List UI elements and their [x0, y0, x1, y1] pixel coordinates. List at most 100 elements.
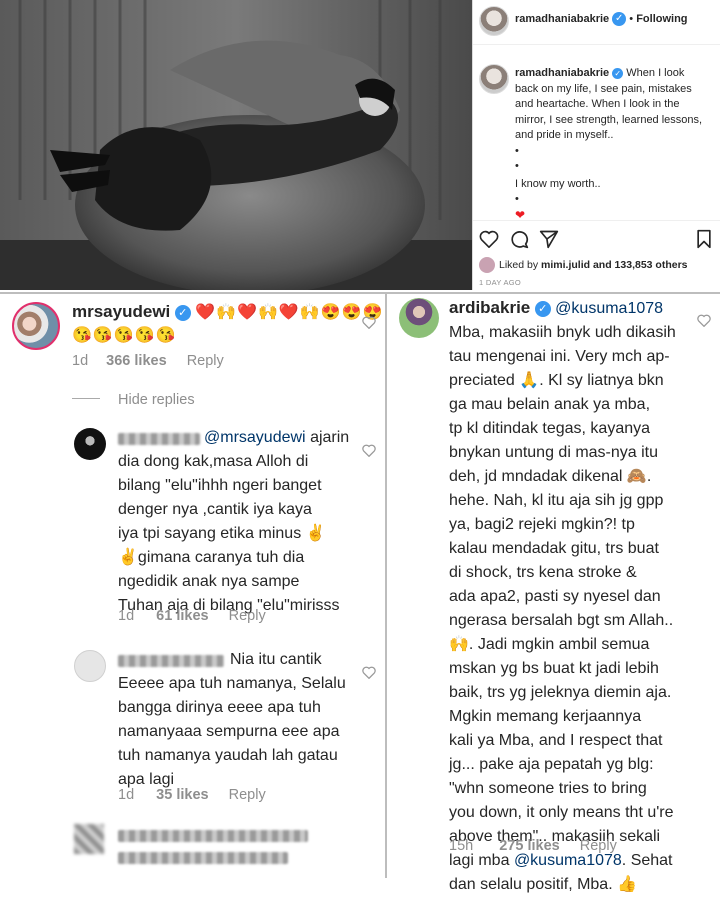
comment-age: 1d: [72, 353, 89, 369]
comment-age: 1d: [118, 787, 135, 803]
like-heart-icon[interactable]: [479, 230, 499, 248]
comment-text: bangga dirinya eeee apa tuh: [118, 699, 321, 716]
caption-line: back on my life, I see pain, mistakes: [515, 82, 692, 95]
comment-text: bnykan untung di mas-nya itu: [449, 444, 659, 461]
caption-line: When I look: [626, 67, 685, 79]
caption-author-avatar[interactable]: [479, 64, 509, 94]
comment-text: dan selalu positif, Mba. 👍: [449, 876, 638, 893]
comment-text: tp kl ditindak tegas, kayanya: [449, 420, 651, 437]
comment-like-heart-icon[interactable]: [362, 316, 376, 329]
reply-author-avatar[interactable]: [74, 650, 106, 682]
comment-likes-link[interactable]: 275 likes: [499, 838, 559, 854]
comment-text: . Sehat: [621, 852, 673, 869]
likes-count-link[interactable]: and 133,853 others: [593, 259, 688, 271]
comment-text: ga mau belain anak ya mba,: [449, 396, 651, 413]
comment-meta: 1d 61 likes Reply: [118, 604, 266, 628]
divider: [473, 220, 720, 221]
reply-button[interactable]: Reply: [187, 353, 224, 369]
caption-line: I know my worth..: [515, 177, 601, 190]
save-bookmark-icon[interactable]: [695, 229, 713, 249]
post-photo-illustration: [0, 0, 472, 290]
comment-text: mskan yg bs buat kt jadi lebih: [449, 660, 659, 677]
caption-line: and pride in myself..: [515, 129, 614, 141]
blurred-avatar: [74, 824, 104, 854]
reply-comment: Nia itu cantik Eeeee apa tuh namanya, Se…: [118, 648, 368, 792]
comment-likes-link[interactable]: 35 likes: [156, 787, 208, 803]
post-photo[interactable]: [0, 0, 472, 290]
reply-author-avatar[interactable]: [74, 428, 106, 460]
comment-text: ngerasa bersalah bgt sm Allah..: [449, 612, 674, 629]
comment-text: 😘😘😘😘😘: [72, 327, 177, 344]
post-sidebar: ramadhaniabakrie ✓ • Following ramadhani…: [472, 0, 720, 290]
comment-text: jg... pake aja pepatah yg blg:: [449, 756, 654, 773]
comment-text: ✌gimana caranya tuh dia: [118, 549, 305, 566]
comment-meta: 1d 366 likes Reply: [72, 349, 224, 373]
comment-text: ada apa2, pasti sy nyesel dan: [449, 588, 661, 605]
replies-line: [72, 398, 100, 399]
comment-age: 1d: [118, 608, 135, 624]
caption-dot: •: [515, 160, 519, 172]
comment-text: baik, trs yg jeleknya diemin aja.: [449, 684, 672, 701]
post-header: ramadhaniabakrie ✓ • Following: [515, 12, 688, 26]
comment-text: ajarin: [310, 429, 350, 446]
comment-like-heart-icon[interactable]: [362, 444, 376, 457]
likes-summary: Liked by mimi.julid and 133,853 others: [499, 259, 688, 271]
share-icon[interactable]: [539, 229, 559, 249]
mrsayudewi-avatar[interactable]: [12, 302, 60, 350]
blurred-comment-text: [118, 852, 288, 864]
comment-meta: 1d 35 likes Reply: [118, 783, 266, 807]
caption-author-username[interactable]: ramadhaniabakrie: [515, 67, 609, 79]
comment-likes-link[interactable]: 61 likes: [156, 608, 208, 624]
hide-replies-button[interactable]: Hide replies: [118, 388, 195, 412]
reply-comment: @mrsayudewi ajarin dia dong kak,masa All…: [118, 426, 368, 618]
comment-text: ngedidik anak nya sampe: [118, 573, 300, 590]
comment-text: Eeeee apa tuh namanya, Selalu: [118, 675, 346, 692]
comment-text: kali ya Mba, and I respect that: [449, 732, 663, 749]
comment-icon[interactable]: [509, 229, 529, 249]
verified-badge-icon: ✓: [612, 12, 627, 26]
comment-text: preciated 🙏. Kl sy liatnya bkn: [449, 372, 664, 389]
comment-like-heart-icon[interactable]: [362, 666, 376, 679]
comment-text: Mgkin memang kerjaannya: [449, 708, 642, 725]
blurred-comment-text: [118, 830, 308, 842]
comment-text: denger nya ,cantik iya kaya: [118, 501, 312, 518]
verified-badge-icon: ✓: [612, 67, 624, 79]
comment-text: "whn someone tries to bring: [449, 780, 647, 797]
comment-age: 15h: [449, 838, 474, 854]
following-button[interactable]: Following: [636, 13, 687, 25]
comment-text: kalau mendadak gitu, trs buat: [449, 540, 659, 557]
reply-button[interactable]: Reply: [229, 608, 266, 624]
comment-text: ya, bagi2 rejeki mgkin?! tp: [449, 516, 635, 533]
comment-text: iya tpi sayang etika minus ✌: [118, 525, 326, 542]
blurred-username: [118, 433, 200, 445]
verified-badge-icon: ✓: [534, 300, 551, 317]
liker-avatar[interactable]: [479, 257, 495, 273]
comment-body: ardibakrie ✓ @kusuma1078 Mba, makasiih b…: [449, 296, 709, 897]
instagram-post: ramadhaniabakrie ✓ • Following ramadhani…: [0, 0, 720, 294]
caption-line: mirror, I see strength, learned lessons,: [515, 113, 703, 126]
post-author-username[interactable]: ramadhaniabakrie: [515, 13, 609, 25]
caption-dot: •: [515, 144, 519, 157]
comment-like-heart-icon[interactable]: [697, 314, 711, 327]
ardibakrie-avatar[interactable]: [399, 298, 439, 338]
comment-username[interactable]: ardibakrie: [449, 298, 530, 317]
comment-text: dia dong kak,masa Alloh di: [118, 453, 309, 470]
mention-link[interactable]: @mrsayudewi: [204, 429, 306, 446]
reply-button[interactable]: Reply: [580, 838, 617, 854]
post-author-avatar[interactable]: [479, 6, 509, 36]
comment-text: deh, jd mndadak dikenal 🙈.: [449, 468, 652, 485]
comment-likes-link[interactable]: 366 likes: [106, 353, 166, 369]
left-comments-panel: mrsayudewi ✓ ❤️🙌❤️🙌❤️🙌😍😍😍 😘😘😘😘😘 1d 366 l…: [0, 294, 385, 878]
comment-text: tuh namanya yaudah lah gatau: [118, 747, 338, 764]
reply-button[interactable]: Reply: [229, 787, 266, 803]
comment-username[interactable]: mrsayudewi: [72, 302, 170, 321]
post-timestamp: 1 DAY AGO: [479, 278, 522, 287]
divider: [473, 44, 720, 45]
caption-line: and heartache. When I look in the: [515, 98, 680, 110]
separator-dot: •: [629, 12, 634, 25]
liked-by-user-link[interactable]: mimi.julid: [541, 259, 590, 271]
comment-text: hehe. Nah, kl itu aja sih jg gpp: [449, 492, 664, 509]
mention-link[interactable]: @kusuma1078: [555, 300, 663, 317]
comment-header: mrsayudewi ✓ ❤️🙌❤️🙌❤️🙌😍😍😍: [72, 300, 383, 325]
comment-text: 🙌. Jadi mgkin ambil semua: [449, 636, 650, 653]
